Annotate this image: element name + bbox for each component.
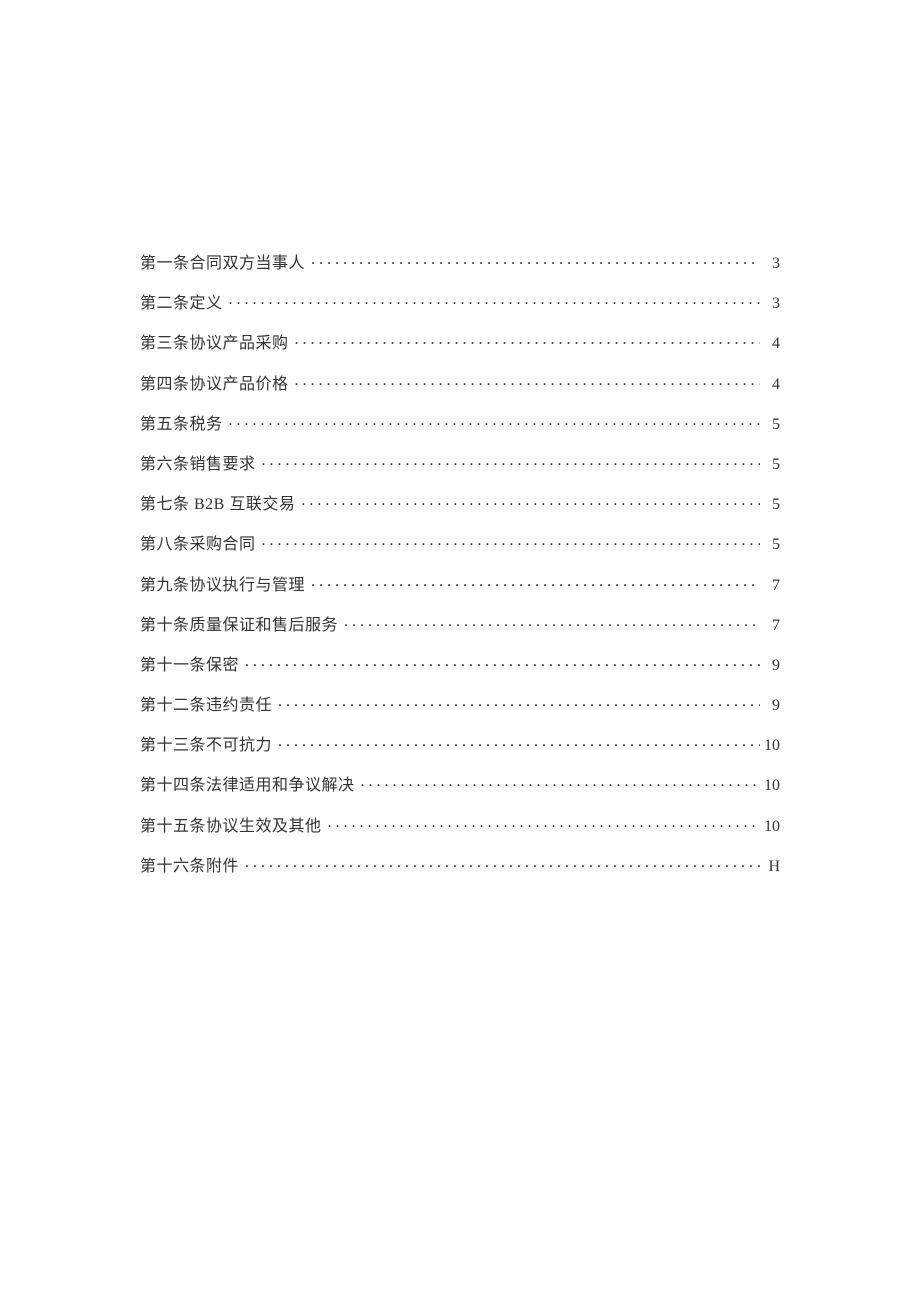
toc-leader-dots [262, 453, 760, 469]
toc-entry-page: 5 [762, 457, 780, 473]
toc-entry: 第五条税务 5 [140, 413, 780, 433]
toc-entry: 第四条协议产品价格 4 [140, 373, 780, 393]
toc-entry-page: 10 [762, 778, 780, 794]
toc-entry-page: 5 [762, 417, 780, 433]
toc-entry-page: 9 [762, 698, 780, 714]
toc-entry: 第十二条违约责任 9 [140, 694, 780, 714]
toc-leader-dots [344, 614, 760, 630]
toc-entry-title: 第三条协议产品采购 [140, 336, 289, 352]
toc-entry-page: 4 [762, 336, 780, 352]
toc-entry-title: 第十条质量保证和售后服务 [140, 618, 338, 634]
toc-entry-title: 第八条采购合同 [140, 537, 256, 553]
toc-entry: 第十条质量保证和售后服务 7 [140, 614, 780, 634]
toc-entry: 第七条 B2B 互联交易 5 [140, 493, 780, 513]
toc-entry: 第十四条法律适用和争议解决 10 [140, 774, 780, 794]
toc-entry-title: 第一条合同双方当事人 [140, 256, 305, 272]
toc-leader-dots [301, 493, 760, 509]
toc-entry-page: 3 [762, 296, 780, 312]
toc-entry: 第一条合同双方当事人 3 [140, 252, 780, 272]
toc-entry-title: 第十六条附件 [140, 859, 239, 875]
toc-leader-dots [311, 252, 760, 268]
toc-entry: 第十五条协议生效及其他 10 [140, 815, 780, 835]
toc-leader-dots [278, 694, 760, 710]
toc-entry-title: 第七条 B2B 互联交易 [140, 497, 295, 513]
toc-entry-page: 5 [762, 497, 780, 513]
toc-entry-title: 第十二条违约责任 [140, 698, 272, 714]
toc-entry-title: 第二条定义 [140, 296, 223, 312]
toc-leader-dots [295, 373, 760, 389]
toc-leader-dots [229, 413, 760, 429]
toc-entry-title: 第十五条协议生效及其他 [140, 819, 322, 835]
toc-entry-page: 5 [762, 537, 780, 553]
toc-entry-title: 第五条税务 [140, 417, 223, 433]
toc-entry-page: 9 [762, 658, 780, 674]
toc-entry-page: 4 [762, 377, 780, 393]
toc-entry-title: 第十四条法律适用和争议解决 [140, 778, 355, 794]
toc-leader-dots [328, 815, 760, 831]
toc-leader-dots [262, 533, 760, 549]
toc-entry-title: 第十三条不可抗力 [140, 738, 272, 754]
toc-leader-dots [311, 574, 760, 590]
toc-entry-page: 7 [762, 618, 780, 634]
toc-entry: 第九条协议执行与管理 7 [140, 574, 780, 594]
toc-entry-page: 10 [762, 819, 780, 835]
toc-entry: 第二条定义 3 [140, 292, 780, 312]
toc-entry-page: 7 [762, 578, 780, 594]
toc-leader-dots [245, 654, 760, 670]
toc-entry-title: 第十一条保密 [140, 658, 239, 674]
toc-entry-page: 10 [762, 738, 780, 754]
toc-entry-title: 第六条销售要求 [140, 457, 256, 473]
toc-leader-dots [295, 332, 760, 348]
toc-entry-page: H [762, 859, 780, 875]
toc-leader-dots [278, 734, 760, 750]
toc-leader-dots [229, 292, 760, 308]
toc-leader-dots [361, 774, 760, 790]
toc-entry: 第三条协议产品采购 4 [140, 332, 780, 352]
toc-entry: 第八条采购合同 5 [140, 533, 780, 553]
toc-entry: 第十三条不可抗力 10 [140, 734, 780, 754]
toc-entry: 第六条销售要求 5 [140, 453, 780, 473]
toc-entry-page: 3 [762, 256, 780, 272]
toc-entry-title: 第九条协议执行与管理 [140, 578, 305, 594]
toc-entry: 第十一条保密 9 [140, 654, 780, 674]
toc-entry-title: 第四条协议产品价格 [140, 377, 289, 393]
toc-leader-dots [245, 855, 760, 871]
toc-entry: 第十六条附件 H [140, 855, 780, 875]
table-of-contents: 第一条合同双方当事人 3 第二条定义 3 第三条协议产品采购 4 第四条协议产品… [140, 252, 780, 895]
